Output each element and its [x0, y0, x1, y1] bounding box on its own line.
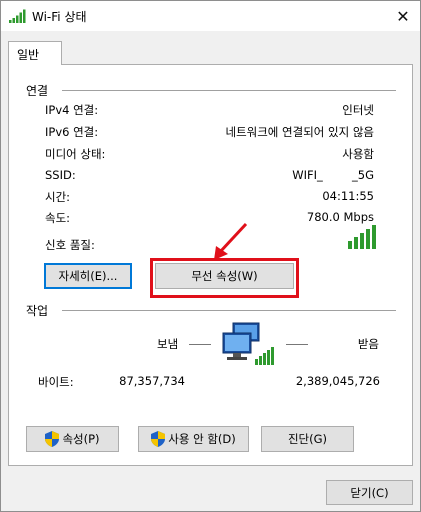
disable-button[interactable]: 사용 안 함(D)	[138, 426, 249, 452]
bytes-received-value: 2,389,045,726	[295, 374, 380, 388]
window-title: Wi-Fi 상태	[32, 10, 87, 24]
diagnose-button[interactable]: 진단(G)	[261, 426, 354, 452]
bytes-sent-value: 87,357,734	[119, 374, 185, 388]
annotation-highlight-box	[150, 258, 299, 298]
ipv6-value: 네트워크에 연결되어 있지 않음	[225, 125, 374, 139]
activity-section-header: 작업	[26, 302, 396, 319]
title-bar: Wi-Fi 상태 ✕	[1, 1, 420, 31]
ipv4-value: 인터넷	[342, 103, 374, 117]
close-window-button[interactable]: ✕	[386, 1, 420, 31]
duration-label: 시간:	[45, 190, 71, 204]
ipv6-label: IPv6 연결:	[45, 125, 99, 139]
media-state-label: 미디어 상태:	[45, 147, 106, 161]
sent-line	[189, 344, 211, 345]
media-state-value: 사용함	[342, 147, 374, 161]
properties-label: 속성(P)	[62, 432, 100, 446]
disable-label: 사용 안 함(D)	[168, 432, 236, 446]
close-icon: ✕	[396, 6, 410, 26]
ssid-label: SSID:	[45, 168, 76, 182]
sent-label: 보냄	[157, 337, 179, 351]
admin-shield-icon	[45, 431, 60, 447]
wifi-status-window: Wi-Fi 상태 ✕ 일반 연결 IPv4 연결: 인터넷 IPv6 연결: 네…	[0, 0, 421, 512]
received-line	[286, 344, 308, 345]
received-label: 받음	[357, 337, 379, 351]
activity-header-label: 작업	[26, 304, 49, 318]
close-button[interactable]: 닫기(C)	[326, 480, 413, 505]
connection-header-label: 연결	[26, 84, 49, 98]
signal-quality-icon	[348, 225, 376, 249]
bytes-label: 바이트:	[38, 375, 74, 389]
duration-value: 04:11:55	[322, 189, 374, 203]
speed-label: 속도:	[45, 211, 71, 225]
network-computers-icon	[222, 322, 274, 365]
wifi-signal-icon	[9, 9, 26, 23]
tab-general[interactable]: 일반	[8, 41, 62, 65]
properties-button[interactable]: 속성(P)	[26, 426, 119, 452]
ssid-value: WIFI_ _5G	[292, 168, 374, 182]
signal-quality-label: 신호 품질:	[45, 238, 95, 252]
section-divider	[62, 90, 396, 91]
section-divider	[62, 310, 396, 311]
details-button[interactable]: 자세히(E)...	[44, 263, 132, 289]
annotation-arrow-icon	[214, 222, 248, 260]
admin-shield-icon	[151, 431, 166, 447]
ipv4-label: IPv4 연결:	[45, 103, 99, 117]
connection-section-header: 연결	[26, 82, 396, 99]
speed-value: 780.0 Mbps	[306, 210, 374, 224]
